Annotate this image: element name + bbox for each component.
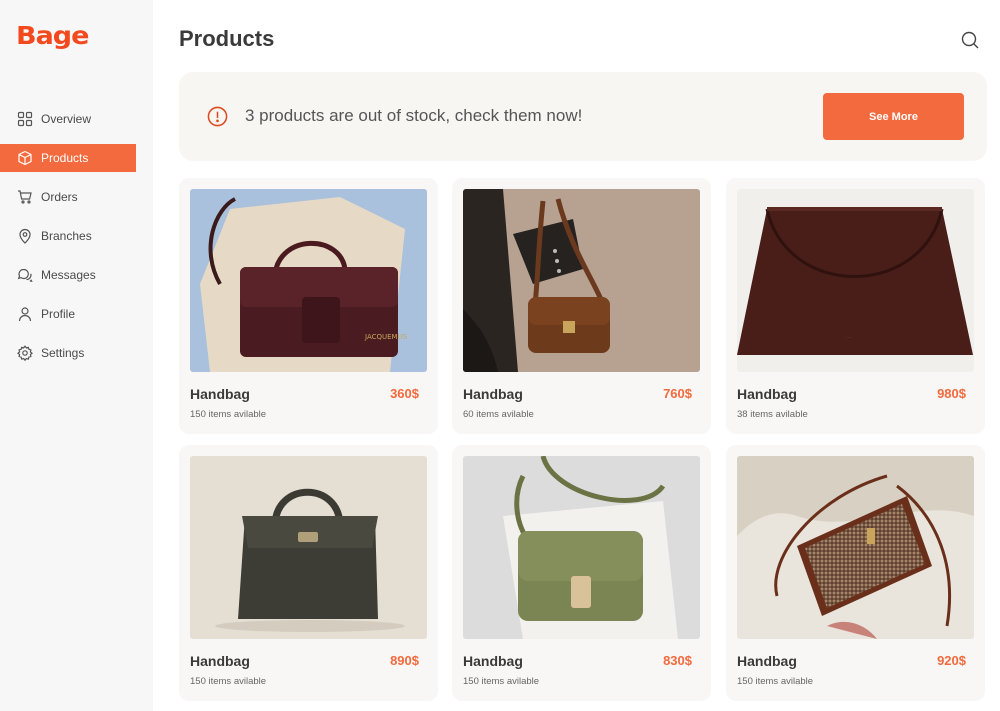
svg-text:JACQUEMUS: JACQUEMUS	[364, 333, 408, 341]
sidebar-item-branches[interactable]: Branches	[0, 222, 153, 250]
sidebar-item-settings[interactable]: Settings	[0, 339, 153, 367]
sidebar-item-label: Branches	[41, 229, 92, 243]
product-name: Handbag	[190, 653, 250, 669]
box-icon	[17, 150, 33, 166]
tweed-crossbody-bag-photo	[737, 456, 974, 639]
product-price: 360$	[390, 386, 419, 401]
product-price: 890$	[390, 653, 419, 668]
product-stock: 38 items avilable	[737, 409, 808, 420]
product-price: 830$	[663, 653, 692, 668]
product-name: Handbag	[463, 653, 523, 669]
alert-message: 3 products are out of stock, check them …	[245, 106, 583, 125]
product-card[interactable]: Handbag 830$ 150 items avilable	[452, 445, 711, 701]
product-stock: 60 items avilable	[463, 409, 534, 420]
user-icon	[17, 306, 33, 322]
map-pin-icon	[17, 228, 33, 244]
product-price: 760$	[663, 386, 692, 401]
search-icon[interactable]	[960, 30, 980, 50]
product-card[interactable]: JACQUEMUS Handbag 360$ 150 items avilabl…	[179, 178, 438, 434]
sidebar-item-overview[interactable]: Overview	[0, 105, 153, 133]
product-stock: 150 items avilable	[463, 676, 540, 687]
svg-text:· · ·: · · ·	[845, 335, 851, 340]
product-card[interactable]: Handbag 890$ 150 items avilable	[179, 445, 438, 701]
brand-logo[interactable]: Bage	[16, 24, 89, 49]
sidebar-item-label: Profile	[41, 307, 76, 321]
sidebar-item-profile[interactable]: Profile	[0, 300, 153, 328]
alert-circle-icon	[207, 106, 228, 127]
product-card[interactable]: Handbag 920$ 150 items avilable	[726, 445, 985, 701]
product-stock: 150 items avilable	[190, 676, 267, 687]
product-name: Handbag	[463, 386, 523, 402]
grid-icon	[17, 111, 33, 127]
sidebar-item-orders[interactable]: Orders	[0, 183, 153, 211]
product-stock: 150 items avilable	[737, 676, 814, 687]
green-crossbody-bag-photo	[463, 456, 700, 639]
gear-icon	[17, 345, 33, 361]
page-title: Products	[179, 26, 275, 51]
product-name: Handbag	[190, 386, 250, 402]
olive-top-handle-bag-photo	[190, 456, 427, 639]
sidebar-item-label: Settings	[41, 346, 85, 360]
sidebar-nav: Overview Products Orders Branches Messag	[0, 105, 153, 378]
product-stock: 150 items avilable	[190, 409, 267, 420]
product-card[interactable]: Handbag 760$ 60 items avilable	[452, 178, 711, 434]
see-more-button[interactable]: See More	[823, 93, 964, 140]
burgundy-flap-bag-photo: JACQUEMUS	[190, 189, 427, 372]
sidebar-item-label: Messages	[41, 268, 96, 282]
dark-brown-tote-photo: · · ·	[737, 189, 974, 372]
brown-shoulder-bag-photo	[463, 189, 700, 372]
out-of-stock-alert: 3 products are out of stock, check them …	[179, 72, 987, 161]
chat-icon	[17, 267, 33, 283]
product-name: Handbag	[737, 653, 797, 669]
cart-icon	[17, 189, 33, 205]
product-price: 980$	[937, 386, 966, 401]
sidebar-item-products[interactable]: Products	[0, 144, 136, 172]
product-price: 920$	[937, 653, 966, 668]
product-card[interactable]: · · · Handbag 980$ 38 items avilable	[726, 178, 985, 434]
sidebar: Bage Overview Products Orders Branches M…	[0, 0, 153, 711]
sidebar-item-label: Orders	[41, 190, 78, 204]
sidebar-item-label: Products	[41, 151, 89, 165]
sidebar-item-label: Overview	[41, 112, 92, 126]
product-name: Handbag	[737, 386, 797, 402]
sidebar-item-messages[interactable]: Messages	[0, 261, 153, 289]
